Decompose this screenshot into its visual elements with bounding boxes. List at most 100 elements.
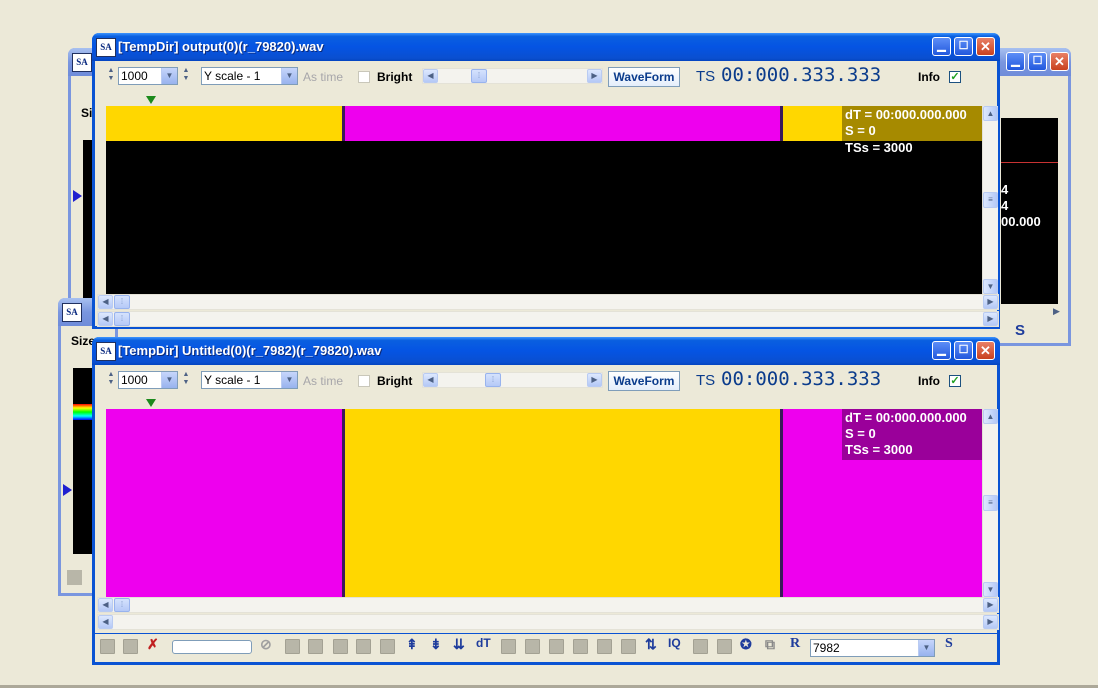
- resolution-select[interactable]: 7982 ▼: [810, 639, 935, 657]
- s-button[interactable]: S: [945, 636, 953, 652]
- horizontal-scrollbar[interactable]: ◀ ⁞ ▶: [97, 294, 999, 310]
- tool-button-14[interactable]: [693, 639, 708, 654]
- hscroll-thumb[interactable]: ⁞: [114, 598, 130, 612]
- tool-button-2[interactable]: [123, 639, 138, 654]
- as-time-checkbox[interactable]: [358, 375, 370, 387]
- delete-icon[interactable]: ✗: [147, 636, 159, 653]
- hscroll-thumb[interactable]: ⁞: [114, 295, 130, 309]
- bright-slider[interactable]: ◀ ⁞ ▶: [422, 372, 603, 388]
- bottom-window-titlebar[interactable]: SA [TempDir] Untitled(0)(r_7982)(r_79820…: [92, 337, 1000, 365]
- settings-icon[interactable]: ✪: [740, 636, 752, 653]
- minimize-button[interactable]: ▁: [932, 341, 951, 360]
- minimize-button[interactable]: ▁: [1006, 52, 1025, 71]
- maximize-button[interactable]: ☐: [1028, 52, 1047, 71]
- tool-button-10[interactable]: [549, 639, 564, 654]
- tool-button-12[interactable]: [597, 639, 612, 654]
- chevron-down-icon[interactable]: ▼: [161, 68, 177, 84]
- info-tss: TSs = 3000: [845, 442, 913, 457]
- dt-button[interactable]: dT: [476, 636, 491, 650]
- tool-button-3[interactable]: [285, 639, 300, 654]
- spectrogram-view[interactable]: dT = 00:000.000.000 S = 0 TSs = 3000: [106, 409, 982, 597]
- maximize-button[interactable]: ☐: [954, 341, 973, 360]
- chevron-up-icon[interactable]: ▲: [983, 409, 998, 424]
- waveform-button[interactable]: WaveForm: [608, 67, 680, 87]
- tool-button-1[interactable]: [100, 639, 115, 654]
- vertical-scrollbar[interactable]: ▲ ≡ ▼: [982, 106, 998, 294]
- left-back-marker-icon: [63, 484, 72, 496]
- chevron-right-icon[interactable]: ▶: [587, 69, 602, 83]
- tool-button-8[interactable]: [501, 639, 516, 654]
- chevron-down-icon[interactable]: ▼: [281, 68, 297, 84]
- chevron-left-icon[interactable]: ◀: [98, 312, 113, 326]
- chevron-right-icon[interactable]: ▶: [983, 312, 998, 326]
- horizontal-scrollbar-2[interactable]: ◀ ⁞ ▶: [97, 311, 999, 327]
- bright-slider[interactable]: ◀ ⁞ ▶: [422, 68, 603, 84]
- chevron-left-icon[interactable]: ◀: [423, 69, 438, 83]
- tool-button-7[interactable]: [380, 639, 395, 654]
- zoom-spin-left[interactable]: ▲ ▼: [105, 67, 117, 85]
- chevron-left-icon[interactable]: ◀: [98, 598, 113, 612]
- horizontal-scrollbar[interactable]: ◀ ⁞ ▶: [97, 597, 999, 613]
- vscroll-thumb[interactable]: ≡: [983, 495, 998, 511]
- spectrogram-view[interactable]: dT = 00:000.000.000 S = 0 TSs = 3000: [106, 106, 982, 294]
- align-top-icon[interactable]: ⇞: [406, 636, 418, 653]
- zoom-select[interactable]: 1000 ▼: [118, 67, 178, 85]
- tool-button-15[interactable]: [717, 639, 732, 654]
- r-button[interactable]: R: [790, 636, 800, 652]
- info-label: Info: [918, 70, 940, 84]
- horizontal-scrollbar-2[interactable]: ◀ ▶: [97, 614, 999, 630]
- yscale-select[interactable]: Y scale - 1 ▼: [201, 371, 298, 389]
- tool-button-6[interactable]: [356, 639, 371, 654]
- no-entry-icon[interactable]: ⊘: [260, 636, 272, 653]
- zoom-spin-right[interactable]: ▲ ▼: [180, 67, 192, 85]
- tool-button-11[interactable]: [573, 639, 588, 654]
- chevron-left-icon[interactable]: ◀: [98, 295, 113, 309]
- tool-button-4[interactable]: [308, 639, 323, 654]
- vertical-scrollbar[interactable]: ▲ ≡ ▼: [982, 409, 998, 597]
- align-bottom-icon[interactable]: ⇟: [430, 636, 442, 653]
- tool-button-9[interactable]: [525, 639, 540, 654]
- close-button[interactable]: ✕: [976, 341, 995, 360]
- chevron-left-icon[interactable]: ◀: [423, 373, 438, 387]
- bright-slider-thumb[interactable]: ⁞: [471, 69, 487, 83]
- chevron-down-icon[interactable]: ▼: [281, 372, 297, 388]
- chevron-right-icon[interactable]: ▶: [983, 295, 998, 309]
- close-button[interactable]: ✕: [1050, 52, 1069, 71]
- back-scroll-arrow[interactable]: ▶: [1053, 306, 1060, 317]
- tool-button-13[interactable]: [621, 639, 636, 654]
- zoom-spin-left[interactable]: ▲ ▼: [105, 371, 117, 389]
- toolbar-text-input[interactable]: [172, 640, 252, 654]
- info-dt: dT = 00:000.000.000: [845, 410, 967, 425]
- info-checkbox[interactable]: ✓: [949, 71, 961, 83]
- hscroll-thumb[interactable]: ⁞: [114, 312, 130, 326]
- as-time-checkbox[interactable]: [358, 71, 370, 83]
- vscroll-thumb[interactable]: ≡: [983, 192, 998, 208]
- chevron-down-icon[interactable]: ▼: [918, 640, 934, 656]
- zoom-spin-right[interactable]: ▲ ▼: [180, 371, 192, 389]
- info-checkbox[interactable]: ✓: [949, 375, 961, 387]
- chevron-up-icon[interactable]: ▲: [983, 106, 998, 121]
- chevron-left-icon[interactable]: ◀: [98, 615, 113, 629]
- chevron-right-icon[interactable]: ▶: [983, 615, 998, 629]
- copy-icon[interactable]: ⧉: [765, 636, 775, 653]
- chevron-right-icon[interactable]: ▶: [983, 598, 998, 612]
- waveform-button[interactable]: WaveForm: [608, 371, 680, 391]
- yscale-select[interactable]: Y scale - 1 ▼: [201, 67, 298, 85]
- chevron-down-icon[interactable]: ▼: [983, 279, 998, 294]
- minimize-button[interactable]: ▁: [932, 37, 951, 56]
- swap-icon[interactable]: ⇅: [645, 636, 657, 653]
- chevron-right-icon[interactable]: ▶: [587, 373, 602, 387]
- left-back-tool-icon[interactable]: [67, 570, 82, 585]
- chevron-down-icon[interactable]: ▼: [983, 582, 998, 597]
- back-s-button[interactable]: S: [1015, 322, 1025, 339]
- app-logo-icon: SA: [96, 38, 116, 57]
- top-window-titlebar[interactable]: SA [TempDir] output(0)(r_79820).wav ▁ ☐ …: [92, 33, 1000, 61]
- close-button[interactable]: ✕: [976, 37, 995, 56]
- bright-slider-thumb[interactable]: ⁞: [485, 373, 501, 387]
- zoom-select[interactable]: 1000 ▼: [118, 371, 178, 389]
- maximize-button[interactable]: ☐: [954, 37, 973, 56]
- iq-icon[interactable]: IQ: [668, 636, 681, 650]
- tool-button-5[interactable]: [333, 639, 348, 654]
- chevron-down-icon[interactable]: ▼: [161, 372, 177, 388]
- align-double-icon[interactable]: ⇊: [453, 636, 465, 653]
